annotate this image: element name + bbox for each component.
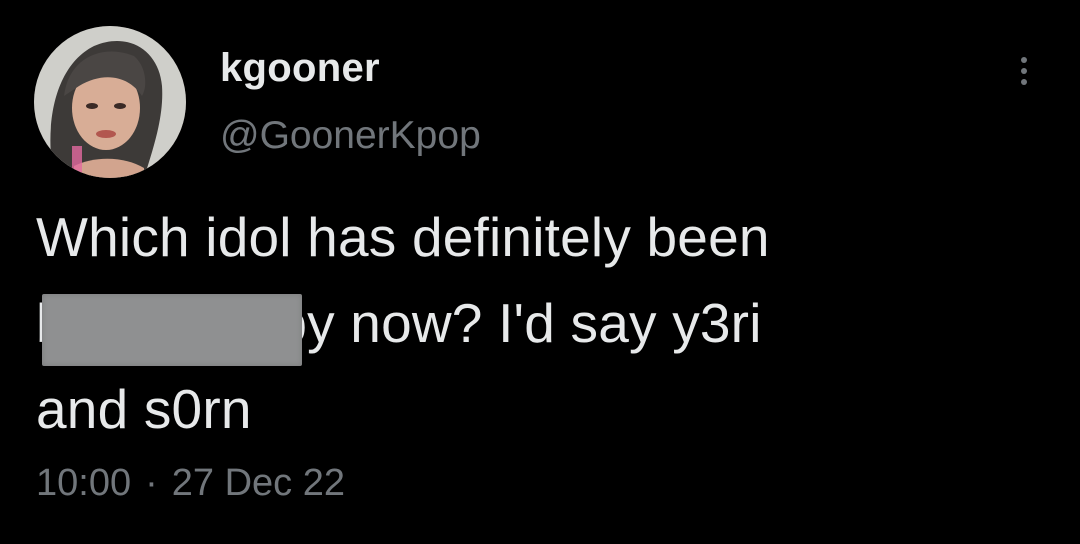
tweet-date: 27 Dec 22 [171,462,345,504]
display-name[interactable]: kgooner [220,46,380,91]
tweet-timestamp[interactable]: 10:00 · 27 Dec 22 [36,462,345,505]
tweet-text-line: Which idol has definitely been [36,206,770,268]
more-vertical-icon [1021,57,1027,85]
tweet-text-line: bleached by now? I'd say y3ri [36,280,1046,366]
tweet-text-segment: by now? I'd say y3ri [260,292,762,354]
tweet-time: 10:00 [36,462,132,504]
tweet-text-line: and s0rn [36,378,252,440]
avatar[interactable] [34,26,186,178]
redaction-box [42,294,302,366]
timestamp-separator: · [145,462,158,504]
user-handle[interactable]: @GoonerKpop [220,114,481,158]
tweet: kgooner @GoonerKpop Which idol has defin… [0,0,1080,544]
more-options-button[interactable] [1004,52,1044,92]
redacted-word: bleached [36,280,302,366]
profile-photo [34,26,186,178]
tweet-text: Which idol has definitely been bleached … [36,194,1046,452]
